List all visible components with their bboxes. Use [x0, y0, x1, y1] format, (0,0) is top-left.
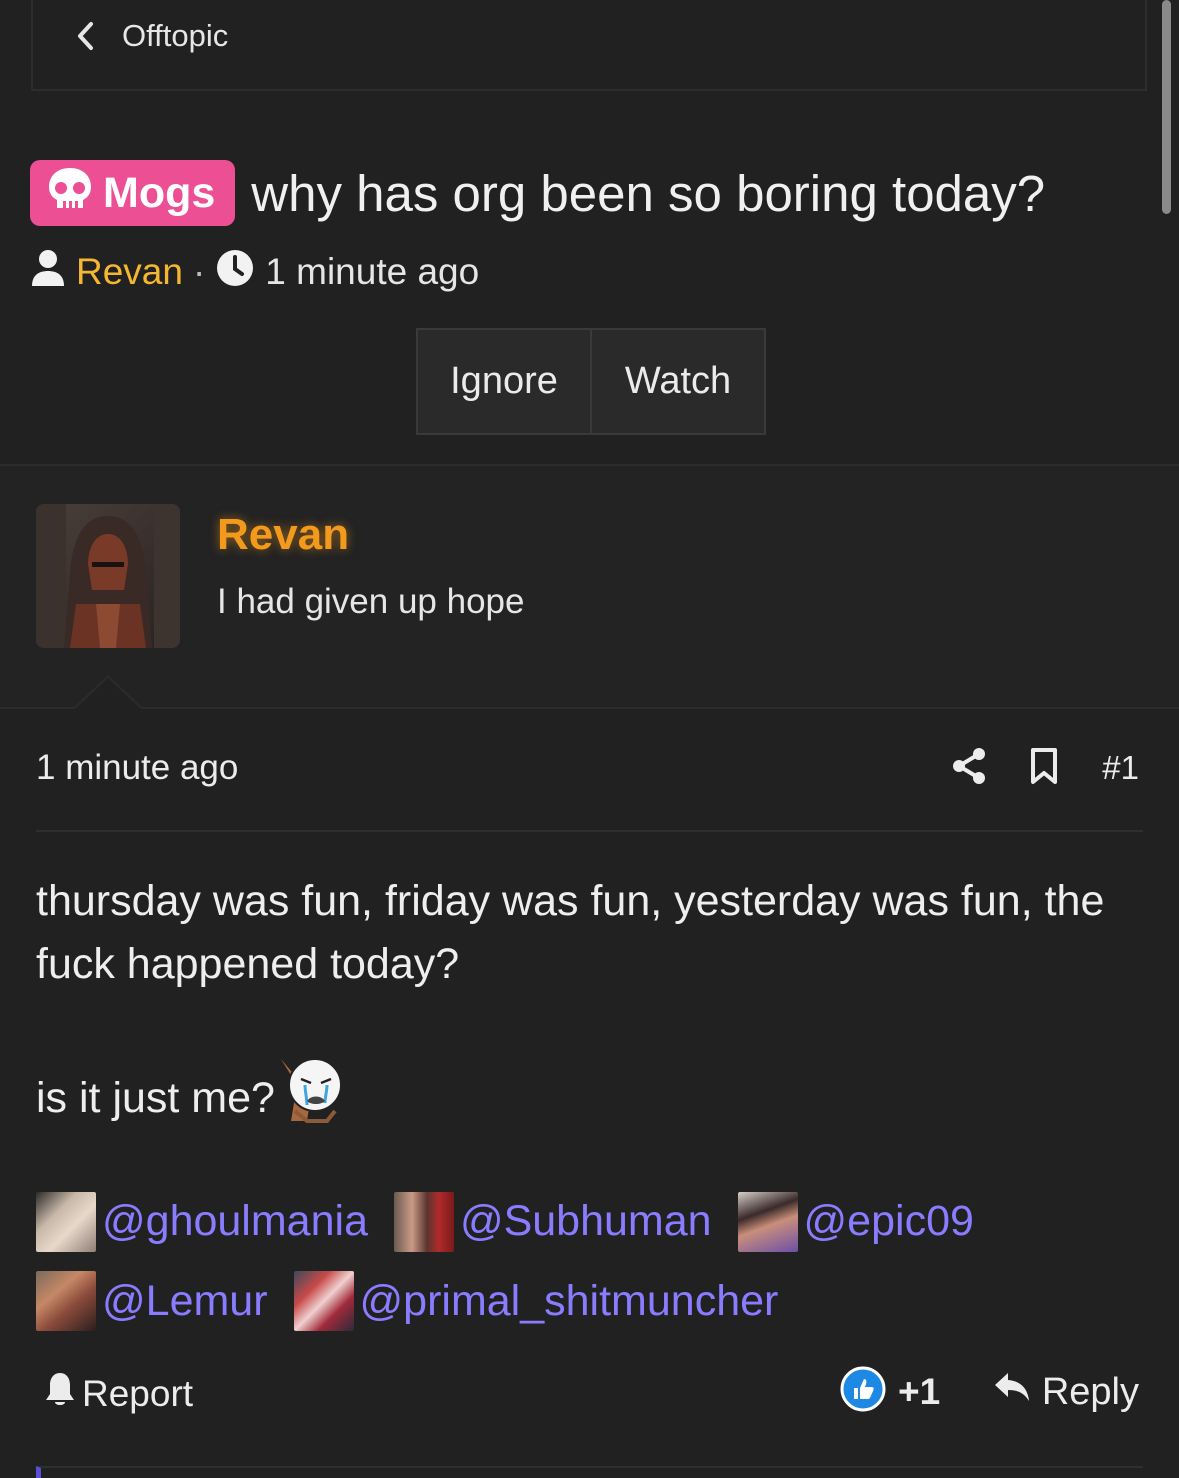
ignore-button[interactable]: Ignore [418, 330, 592, 433]
user-icon [30, 248, 66, 297]
avatar [293, 1271, 354, 1331]
crying-face-icon [277, 1055, 343, 1123]
post-body-question: is it just me? [36, 1074, 275, 1122]
chevron-left-icon [76, 21, 96, 51]
like-icon [840, 1366, 886, 1417]
report-button[interactable]: Report [44, 1370, 193, 1417]
prefix-badge[interactable]: Mogs [30, 160, 236, 226]
avatar[interactable] [36, 504, 180, 648]
bookmark-icon[interactable] [1030, 747, 1058, 790]
thread-meta: Revan · 1 minute ago [30, 248, 479, 296]
breadcrumb[interactable]: Offtopic [76, 14, 228, 58]
meta-separator: · [192, 251, 206, 292]
mention-name[interactable]: @primal_shitmuncher [360, 1270, 779, 1333]
avatar [737, 1191, 798, 1252]
mention-item[interactable]: @ghoulmania [36, 1190, 368, 1253]
reaction-count: +1 [898, 1370, 941, 1412]
reply-button[interactable]: Reply [992, 1370, 1139, 1414]
post-footer: Report +1 Reply [0, 1364, 1179, 1424]
post-number[interactable]: #1 [1102, 749, 1139, 787]
thread-header: Mogs why has org been so boring today? [30, 160, 1045, 226]
user-name[interactable]: Revan [217, 510, 349, 560]
mention-item[interactable]: @primal_shitmuncher [293, 1270, 779, 1333]
reply-label: Reply [1041, 1370, 1139, 1413]
thread-author[interactable]: Revan [76, 251, 183, 293]
prefix-label: Mogs [103, 168, 216, 217]
post-body-line: thursday was fun, friday was fun, yester… [36, 877, 1105, 988]
clock-icon [215, 248, 255, 297]
post-body: thursday was fun, friday was fun, yester… [36, 870, 1136, 996]
post-divider [36, 830, 1143, 832]
user-divider [0, 707, 1179, 709]
watch-button[interactable]: Watch [592, 330, 764, 433]
mention-item[interactable]: @Lemur [36, 1270, 268, 1333]
bell-icon [44, 1370, 76, 1417]
reply-icon [992, 1370, 1032, 1414]
post-time[interactable]: 1 minute ago [36, 748, 238, 788]
post-body-line-2: is it just me? [36, 1055, 343, 1123]
skull-icon [47, 166, 93, 221]
post-actions: #1 [952, 744, 1139, 792]
thread-time[interactable]: 1 minute ago [265, 251, 479, 293]
mention-name[interactable]: @epic09 [804, 1190, 974, 1253]
report-label: Report [82, 1372, 194, 1414]
avatar [36, 1191, 96, 1252]
mention-item[interactable]: @epic09 [737, 1190, 974, 1253]
thread-action-buttons: Ignore Watch [416, 328, 766, 435]
arrow-inner [74, 678, 142, 710]
mention-name[interactable]: @ghoulmania [102, 1190, 368, 1253]
user-title: I had given up hope [217, 582, 525, 621]
mention-name[interactable]: @Subhuman [460, 1190, 712, 1253]
share-icon[interactable] [952, 747, 986, 790]
mention-item[interactable]: @Subhuman [393, 1190, 712, 1253]
quick-reply-box[interactable] [36, 1466, 1143, 1478]
user-block: Revan I had given up hope [0, 466, 1179, 709]
breadcrumb-label[interactable]: Offtopic [122, 18, 228, 54]
avatar [36, 1271, 96, 1331]
thread-page: Offtopic Mogs why has org been so boring… [0, 0, 1179, 1478]
mention-name[interactable]: @Lemur [102, 1270, 268, 1333]
scrollbar[interactable] [1162, 0, 1171, 214]
avatar [393, 1191, 454, 1252]
thread-title: why has org been so boring today? [251, 164, 1046, 222]
mention-list: @ghoulmania @Subhuman @epic09 @Lemur @pr… [36, 1190, 1146, 1349]
reaction-summary[interactable]: +1 [840, 1366, 940, 1417]
